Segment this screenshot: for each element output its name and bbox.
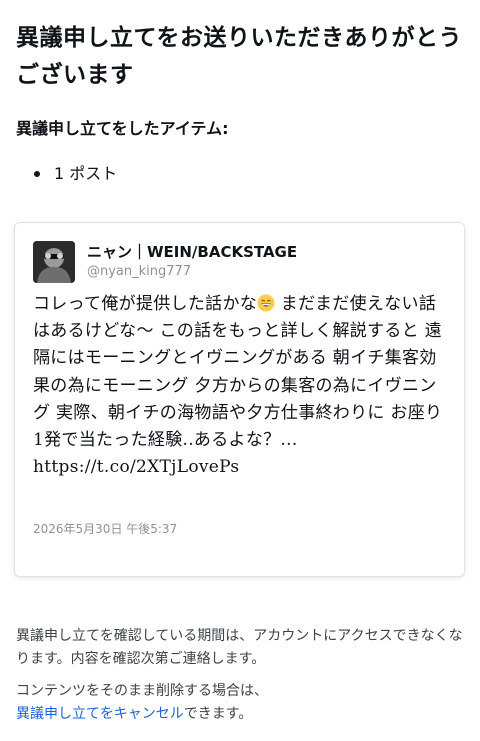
post-card[interactable]: ニャン｜WEIN/BACKSTAGE @nyan_king777 コレって俺が提…	[14, 222, 465, 577]
review-period-notice: 異議申し立てを確認している期間は、アカウントにアクセスできなくなります。内容を確…	[16, 628, 463, 667]
avatar-image	[33, 241, 75, 283]
avatar[interactable]	[33, 241, 75, 283]
author-name[interactable]: ニャン｜WEIN/BACKSTAGE	[87, 242, 297, 262]
post-text: コレって俺が提供した話かな まだまだ使えない話はあるけどな〜 この話をもっと詳し…	[33, 291, 448, 481]
page-title: 異議申し立てをお送りいただきありがとうございます	[16, 25, 463, 88]
list-item-label: 1 ポスト	[54, 164, 118, 183]
author-handle[interactable]: @nyan_king777	[87, 263, 191, 281]
post-timestamp[interactable]: 2026年5月30日 午後5:37	[33, 521, 177, 537]
cancel-notice-suffix: できます。	[183, 706, 253, 722]
cancel-notice: コンテンツをそのまま削除する場合は、 異議申し立てをキャンセルできます。	[16, 680, 466, 726]
cancel-notice-prefix: コンテンツをそのまま削除する場合は、	[16, 683, 268, 699]
post-text-rest: まだまだ使えない話はあるけどな〜 この話をもっと詳しく解説すると 遠隔にはモーニ…	[33, 294, 443, 451]
cancel-appeal-link[interactable]: 異議申し立てをキャンセル	[16, 706, 184, 722]
grinning-face-icon	[257, 294, 275, 312]
post-text-start: コレって俺が提供した話かな	[33, 294, 258, 314]
appeal-confirmation-page: 異議申し立てをお送りいただきありがとうございます 異議申し立てをしたアイテム: …	[0, 0, 480, 741]
post-link[interactable]: https://t.co/2XTjLovePs	[33, 454, 448, 481]
appealed-items-heading: 異議申し立てをしたアイテム:	[16, 119, 229, 138]
appealed-items-list: 1 ポスト	[16, 163, 117, 185]
bullet-icon	[34, 171, 40, 177]
list-item: 1 ポスト	[16, 163, 117, 185]
